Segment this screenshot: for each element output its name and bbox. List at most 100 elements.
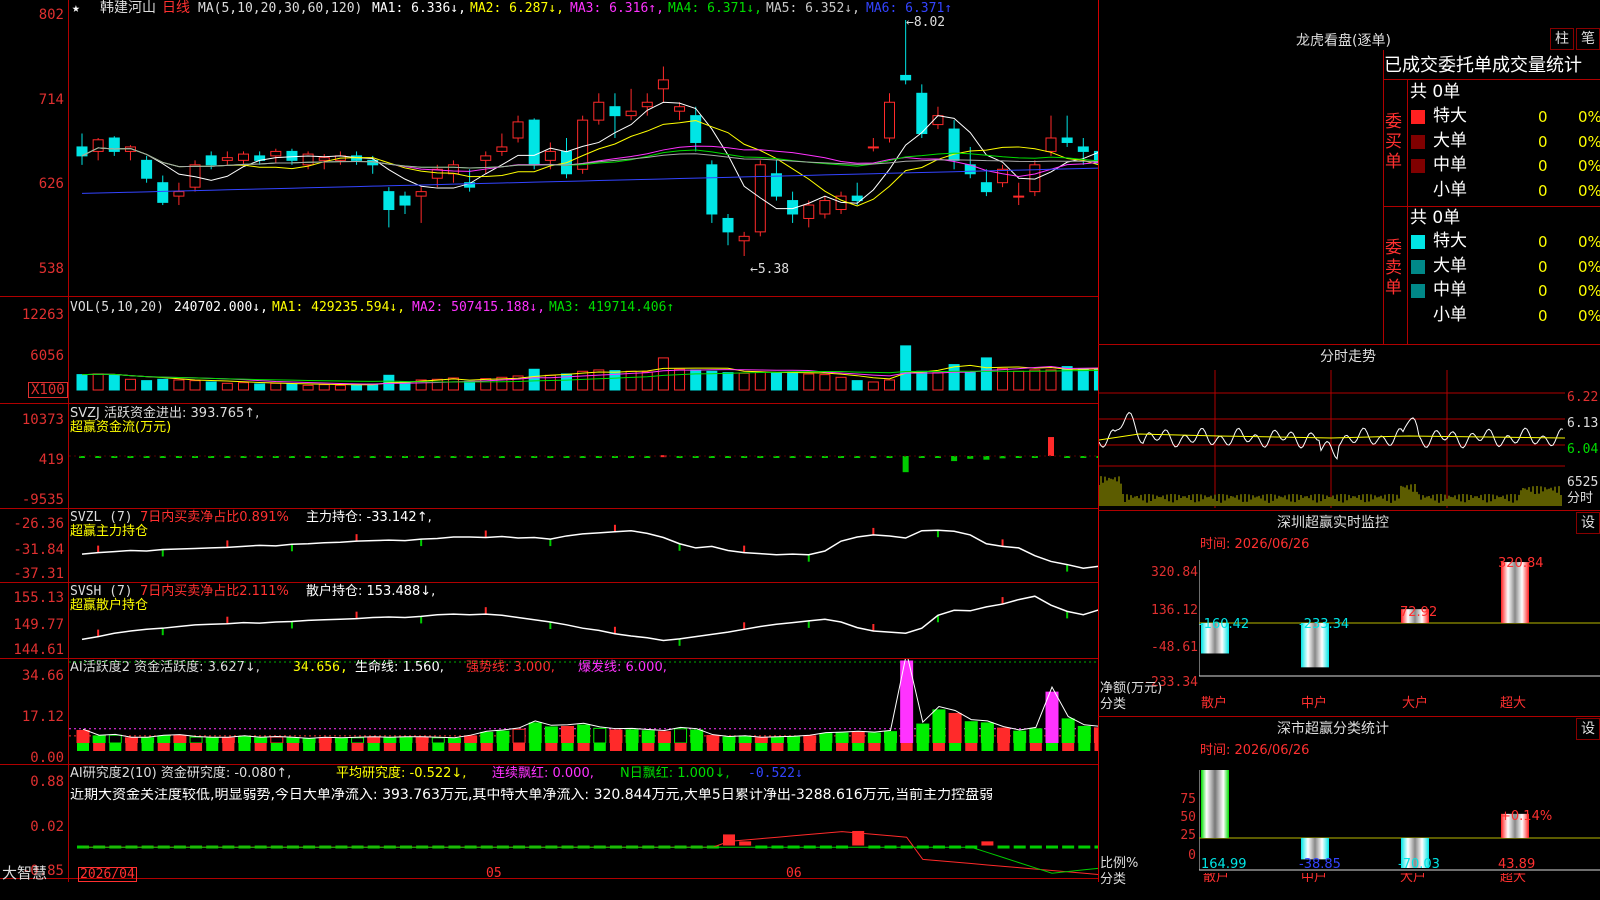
svzl-ytick-1: -26.36 <box>13 516 64 532</box>
retail-position-chart[interactable] <box>69 583 1098 658</box>
activity-base-bar <box>335 743 348 751</box>
tab-bi[interactable]: 笔 <box>1576 28 1600 50</box>
volume-bar <box>92 373 104 391</box>
divider-ai1-ai2 <box>0 764 1098 765</box>
activity-base-bar <box>981 743 994 751</box>
candle-body <box>480 155 492 161</box>
activity-base-bar <box>690 743 703 751</box>
sz-settings-button[interactable]: 设 <box>1576 512 1600 534</box>
ai2-red: 连续飘红: 0.000, <box>492 766 594 781</box>
ma6-line <box>81 167 1098 194</box>
price-ytick-4: 538 <box>38 261 64 277</box>
candle-body <box>512 121 524 139</box>
activity-bar <box>1093 727 1098 744</box>
candle-body <box>496 146 508 152</box>
stats-title: 已成交委托单成交量统计 <box>1384 55 1582 76</box>
sz-monitor-chart[interactable] <box>1199 560 1600 700</box>
candle-body <box>383 191 395 211</box>
candle-body <box>1077 146 1089 152</box>
sz-bar <box>1501 562 1529 623</box>
activity-base-bar <box>1062 743 1075 751</box>
sell-row-pct: 0% <box>1578 282 1600 300</box>
candle-body <box>399 195 411 206</box>
fs-tick-2: 6.13 <box>1567 416 1599 431</box>
candle-body <box>544 150 556 161</box>
buy-row-count: 0 <box>1538 132 1548 151</box>
volume-bar <box>1013 370 1025 391</box>
ai1-ytick-3: 0.00 <box>30 750 64 766</box>
ss-ytick-4: 0 <box>1188 848 1196 863</box>
fs-tick-1: 6.22 <box>1567 390 1599 405</box>
sell-row-name: 大单 <box>1433 255 1467 276</box>
candle-body <box>770 173 782 197</box>
volume-bar <box>722 372 734 391</box>
sell-row-name: 中单 <box>1433 280 1467 300</box>
activity-base-bar <box>480 743 493 751</box>
candlestick-chart[interactable] <box>69 0 1098 296</box>
activity-base-bar <box>125 743 138 751</box>
fund-flow-chart[interactable] <box>69 404 1098 508</box>
activity-bar <box>415 736 429 744</box>
activity-bar <box>674 728 688 744</box>
activity-bar <box>447 737 461 744</box>
ai-activity-chart[interactable] <box>69 659 1098 764</box>
volume-bar <box>625 370 637 391</box>
activity-bar <box>593 727 607 744</box>
sell-color-swatch <box>1411 284 1425 298</box>
buy-row-name: 特大 <box>1433 106 1467 126</box>
sz-bar-value: -233.34 <box>1299 617 1350 632</box>
intraday-chart[interactable] <box>1099 370 1565 508</box>
activity-bar <box>238 735 251 744</box>
ai-research-chart[interactable] <box>69 805 1098 878</box>
activity-base-bar <box>739 743 752 751</box>
buy-row-count: 0 <box>1538 181 1548 200</box>
activity-bar <box>286 737 300 744</box>
activity-bar <box>367 736 381 744</box>
svzj-ytick-1: 10373 <box>21 412 64 428</box>
research-bar <box>1078 845 1091 849</box>
activity-bar <box>302 738 316 744</box>
tab-zhu[interactable]: 柱 <box>1550 28 1574 50</box>
candle-body <box>238 153 249 161</box>
flow-bar <box>951 456 958 462</box>
ai2-nred: N日飘红: 1.000↓, <box>620 766 730 781</box>
volume-bar <box>270 382 282 391</box>
ss-xlabel: 分类 <box>1100 872 1127 887</box>
candle-body <box>157 182 169 203</box>
sell-row-count: 0 <box>1538 306 1548 325</box>
sell-color-swatch <box>1411 235 1425 249</box>
volume-chart[interactable] <box>69 297 1098 403</box>
volume-bar <box>980 357 992 391</box>
activity-base-bar <box>416 743 429 751</box>
activity-base-bar <box>916 743 929 751</box>
volume-bar <box>738 372 750 391</box>
activity-bar <box>1045 691 1059 744</box>
vol-unit: X100 <box>28 382 68 398</box>
activity-bar <box>76 729 90 744</box>
sz-bar-value: -160.42 <box>1199 617 1250 632</box>
stats-top-line <box>1383 79 1600 80</box>
volume-bar <box>431 378 443 391</box>
activity-base-bar <box>173 743 186 751</box>
activity-base-bar <box>432 743 445 751</box>
candle-body <box>1045 137 1057 152</box>
sz-category-label: 散户 <box>1201 696 1228 711</box>
candle-body <box>803 204 815 219</box>
activity-bar <box>173 734 187 744</box>
research-red-line <box>83 831 1098 875</box>
buy-row-pct: 0% <box>1578 132 1600 151</box>
candle-body <box>641 101 653 108</box>
main-force-position-chart[interactable] <box>69 509 1098 582</box>
volume-bar <box>108 374 120 391</box>
candle-body <box>124 146 136 152</box>
volume-bar <box>254 383 266 391</box>
sell-row-count: 0 <box>1538 257 1548 276</box>
activity-base-bar <box>932 743 945 751</box>
activity-base-bar <box>577 743 590 751</box>
volume-bar <box>124 378 136 391</box>
candle-body <box>609 106 621 117</box>
buy-row-pct: 0% <box>1578 108 1600 126</box>
activity-base-bar <box>609 743 622 751</box>
ss-settings-button[interactable]: 设 <box>1576 718 1600 740</box>
candle-body <box>932 115 944 126</box>
